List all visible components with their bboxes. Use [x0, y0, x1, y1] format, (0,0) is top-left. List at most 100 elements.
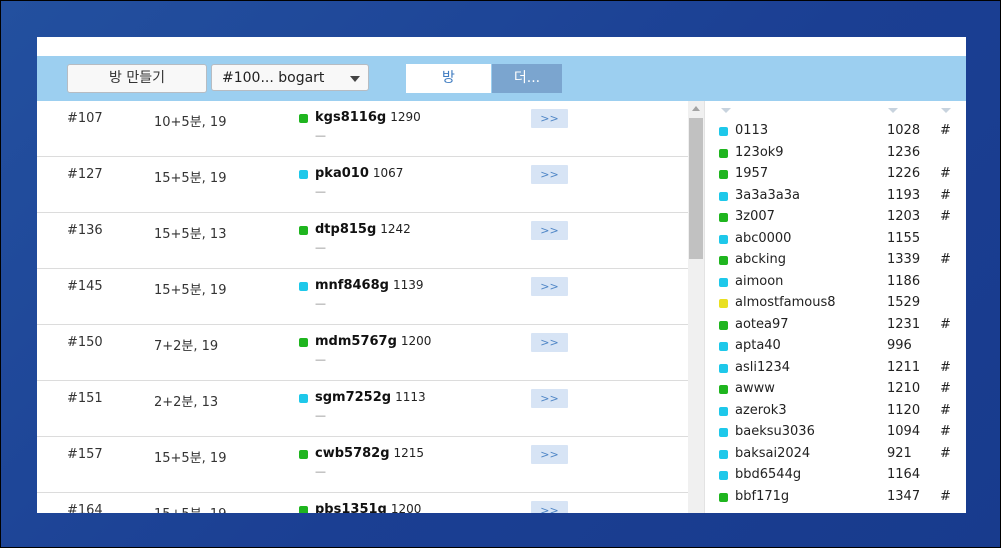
user-row[interactable]: 3z007 1203 #: [705, 207, 966, 228]
room-select-dropdown[interactable]: #100... bogart: [211, 64, 369, 91]
user-row[interactable]: abc0000 1155: [705, 229, 966, 250]
status-square-icon: [719, 320, 728, 330]
room-select-value: #100... bogart: [222, 70, 325, 86]
player-rating: 1215: [393, 446, 425, 460]
status-square-icon: [299, 226, 308, 235]
room-row[interactable]: #127 15+5분, 19 pka010 1067 — >>: [37, 157, 688, 213]
player-name: sgm7252g: [315, 390, 392, 405]
status-square-icon: [719, 363, 728, 373]
user-name: abc0000: [735, 230, 792, 246]
room-time-control: 15+5분, 13: [154, 227, 227, 242]
room-player: kgs8116g 1290: [315, 110, 421, 125]
room-id: #145: [67, 279, 103, 294]
user-row[interactable]: baeksu3036 1094 #: [705, 422, 966, 443]
lobby-toolbar: 방 만들기 #100... bogart 방 더...: [37, 56, 966, 101]
sort-rating-icon[interactable]: [888, 108, 898, 113]
user-row[interactable]: aotea97 1231 #: [705, 315, 966, 336]
user-rating: 1094: [887, 424, 921, 439]
user-rating: 996: [887, 338, 912, 353]
game-lobby-window: 방 만들기 #100... bogart 방 더... #107 10+5분, 1…: [37, 37, 966, 513]
opponent-placeholder: —: [315, 297, 326, 310]
user-name: 3z007: [735, 209, 775, 224]
user-row[interactable]: asli1234 1211 #: [705, 358, 966, 379]
opponent-placeholder: —: [315, 353, 326, 366]
status-square-icon: [299, 170, 308, 179]
user-row[interactable]: 3a3a3a3a 1193 #: [705, 186, 966, 207]
sort-status-icon[interactable]: [721, 108, 731, 113]
player-rating: 1290: [390, 110, 421, 124]
room-row[interactable]: #150 7+2분, 19 mdm5767g 1200 — >>: [37, 325, 688, 381]
room-player: mdm5767g 1200: [315, 334, 431, 349]
desktop-frame: 방 만들기 #100... bogart 방 더... #107 10+5분, 1…: [0, 0, 1001, 548]
room-row[interactable]: #136 15+5분, 13 dtp815g 1242 — >>: [37, 213, 688, 269]
room-player: mnf8468g 1139: [315, 278, 424, 293]
join-room-button[interactable]: >>: [531, 333, 568, 352]
scrollbar-thumb[interactable]: [689, 118, 703, 259]
room-row[interactable]: #151 2+2분, 13 sgm7252g 1113 — >>: [37, 381, 688, 437]
status-square-icon: [719, 191, 728, 201]
user-name: almostfamous8: [735, 295, 836, 310]
room-row[interactable]: #16415+5분, 19pbs1351g1200—>>: [37, 493, 688, 513]
user-mark: #: [940, 359, 951, 375]
room-row[interactable]: #107 10+5분, 19 kgs8116g 1290 — >>: [37, 101, 688, 157]
user-mark: #: [940, 123, 951, 138]
user-row[interactable]: abcking 1339 #: [705, 250, 966, 271]
status-square-icon: [719, 256, 728, 265]
room-time-control: 15+5분, 19: [154, 283, 227, 298]
join-room-button[interactable]: >>: [531, 109, 568, 128]
user-row[interactable]: awww 1210 #: [705, 379, 966, 400]
status-square-icon: [719, 127, 728, 136]
user-rating: 921: [887, 445, 912, 461]
user-mark: #: [940, 209, 951, 224]
user-rating: 1203: [887, 209, 921, 224]
create-room-button[interactable]: 방 만들기: [67, 64, 207, 93]
user-row[interactable]: aimoon 1186: [705, 272, 966, 293]
user-row[interactable]: 0113 1028 #: [705, 121, 966, 142]
user-row[interactable]: almostfamous8 1529: [705, 293, 966, 314]
user-rating: 1347: [887, 488, 921, 504]
room-list-scrollbar[interactable]: [688, 101, 704, 513]
room-row[interactable]: #145 15+5분, 19 mnf8468g 1139 — >>: [37, 269, 688, 325]
user-name: bbf171g: [735, 488, 790, 504]
join-room-button[interactable]: >>: [531, 165, 568, 184]
player-name: mnf8468g: [315, 278, 389, 293]
user-row[interactable]: 123ok9 1236: [705, 143, 966, 164]
join-room-button[interactable]: >>: [531, 389, 568, 408]
player-rating: 1200: [390, 502, 422, 513]
user-rating: 1231: [887, 316, 921, 332]
join-room-button[interactable]: >>: [531, 277, 568, 296]
room-row[interactable]: #157 15+5분, 19 cwb5782g 1215 — >>: [37, 437, 688, 493]
join-room-button[interactable]: >>: [531, 501, 568, 513]
user-row[interactable]: bbd6544g 1164: [705, 465, 966, 486]
user-mark: #: [940, 316, 951, 332]
status-square-icon: [719, 148, 728, 158]
user-row[interactable]: bbf171g 1347 #: [705, 487, 966, 508]
join-room-button[interactable]: >>: [531, 221, 568, 240]
status-square-icon: [719, 213, 728, 222]
tab-more[interactable]: 더...: [492, 64, 562, 93]
user-mark: #: [940, 424, 951, 439]
user-row[interactable]: baksai2024 921 #: [705, 444, 966, 465]
user-name: baeksu3036: [735, 424, 815, 439]
status-square-icon: [719, 492, 728, 502]
user-name: 0113: [735, 123, 769, 138]
scroll-up-arrow-icon[interactable]: [692, 106, 700, 111]
player-name: mdm5767g: [315, 334, 397, 349]
user-row[interactable]: apta40 996: [705, 336, 966, 357]
player-rating: 1139: [392, 278, 424, 292]
user-row[interactable]: azerok3 1120 #: [705, 401, 966, 422]
join-room-button[interactable]: >>: [531, 445, 568, 464]
opponent-placeholder: —: [315, 129, 326, 142]
user-rating: 1529: [887, 295, 921, 310]
player-rating: 1200: [400, 334, 432, 348]
room-id: #150: [67, 335, 103, 350]
tab-rooms[interactable]: 방: [406, 64, 491, 93]
user-name: abcking: [735, 252, 786, 267]
user-name: bbd6544g: [735, 467, 802, 482]
user-name: 123ok9: [735, 144, 784, 160]
user-name: apta40: [735, 338, 781, 353]
user-row[interactable]: 1957 1226 #: [705, 164, 966, 185]
sort-mark-icon[interactable]: [941, 108, 951, 113]
room-time-control: 15+5분, 19: [154, 503, 226, 513]
room-player: sgm7252g 1113: [315, 390, 426, 405]
